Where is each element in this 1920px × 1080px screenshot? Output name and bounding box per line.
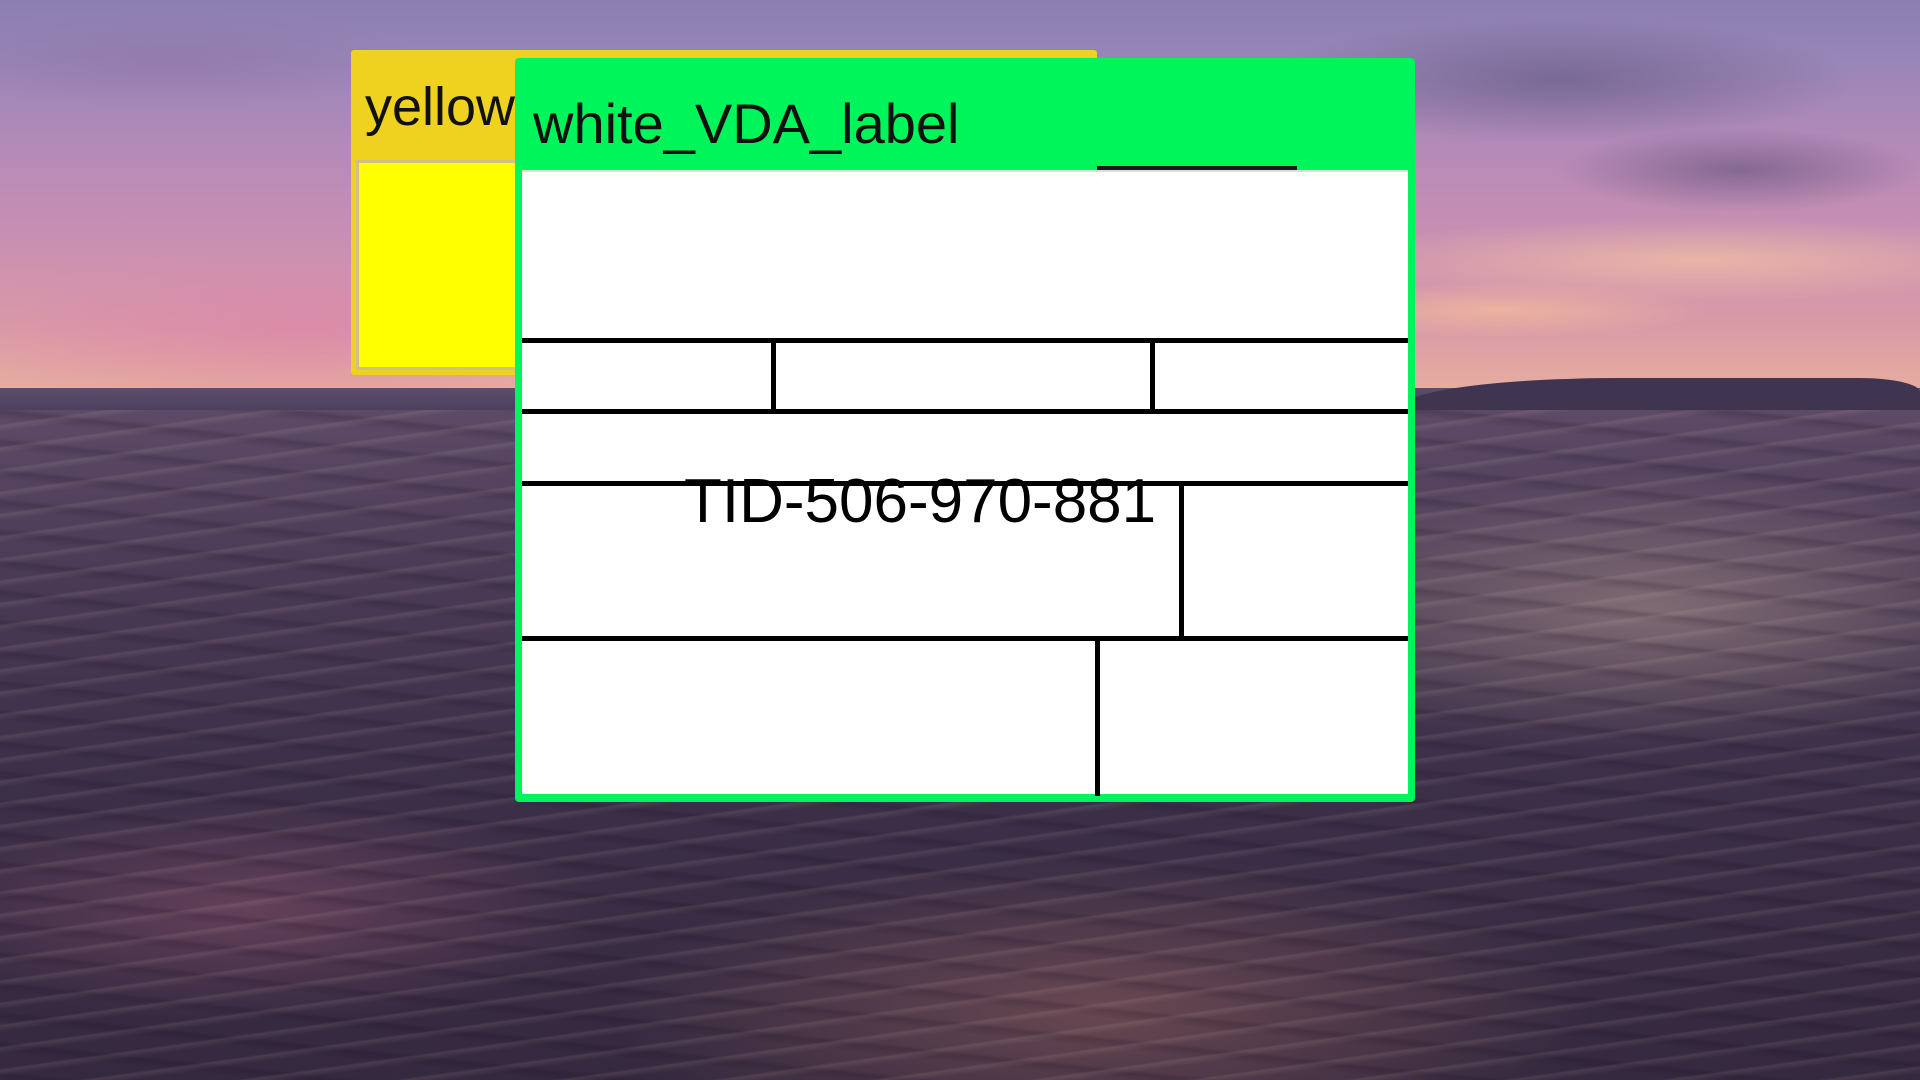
tid-field: TID-506-970-881 bbox=[522, 467, 1408, 536]
label-divider bbox=[522, 636, 1408, 641]
label-divider bbox=[522, 338, 1408, 343]
window-title[interactable]: white_VDA_label bbox=[533, 96, 959, 152]
window-title[interactable]: yellow bbox=[365, 80, 515, 134]
label-divider bbox=[1095, 640, 1100, 796]
label-divider bbox=[1150, 342, 1155, 410]
label-divider bbox=[771, 342, 776, 410]
vda-label-card[interactable]: TID-506-970-881 bbox=[522, 170, 1408, 796]
white-vda-label-window[interactable]: white_VDA_label TID-506-970-881 bbox=[515, 58, 1415, 802]
tid-text: TID-506-970-881 bbox=[684, 467, 1157, 536]
label-divider bbox=[522, 409, 1408, 414]
